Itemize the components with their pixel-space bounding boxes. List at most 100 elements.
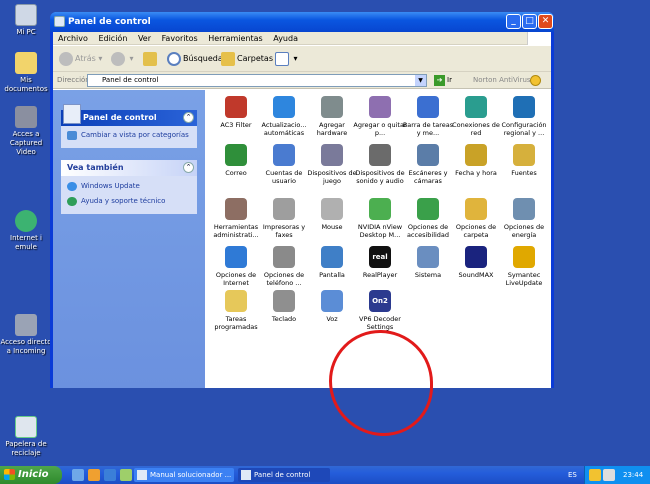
menu-favoritos[interactable]: Favoritos <box>162 34 198 43</box>
control-panel-item[interactable]: Herramientas administrati... <box>209 198 263 239</box>
back-button[interactable]: Atrás ▾ <box>59 51 102 67</box>
clock[interactable]: 23:44 <box>623 466 643 484</box>
control-panel-item[interactable]: Fuentes <box>497 144 551 177</box>
desktop-icon-label: Mi PC <box>16 28 36 36</box>
control-panel-item[interactable]: Opciones de energía <box>497 198 551 239</box>
forward-button[interactable]: ▾ <box>111 51 134 67</box>
control-panel-item[interactable]: Dispositivos de sonido y audio <box>353 144 407 185</box>
search-button[interactable]: Búsqueda <box>167 51 223 67</box>
control-panel-item[interactable]: Opciones de accesibilidad <box>401 198 455 239</box>
control-panel-item[interactable]: AC3 Filter <box>209 96 263 129</box>
quick-launch-desktop-icon[interactable] <box>72 469 84 481</box>
control-panel-item[interactable]: real RealPlayer <box>353 246 407 279</box>
control-panel-item[interactable]: Dispositivos de juego <box>305 144 359 185</box>
control-panel-item[interactable]: Correo <box>209 144 263 177</box>
control-panel-item[interactable]: On2 VP6 Decoder Settings <box>353 290 407 331</box>
title-bar[interactable]: Panel de control _ □ ✕ <box>50 12 554 32</box>
control-panel-item[interactable]: Conexiones de red <box>449 96 503 137</box>
windows-logo-icon <box>527 32 551 45</box>
control-panel-item[interactable]: Opciones de Internet <box>209 246 263 287</box>
desktop-icon-label: Internet i emule <box>10 234 42 251</box>
applet-label: Fecha y hora <box>455 169 497 177</box>
norton-toolbar-label[interactable]: Norton AntiVirus <box>473 72 531 89</box>
windows-flag-icon <box>4 469 15 480</box>
menu-herramientas[interactable]: Herramientas <box>208 34 263 43</box>
quick-launch-ie-icon[interactable] <box>104 469 116 481</box>
applet-label: Herramientas administrati... <box>213 223 259 239</box>
close-button[interactable]: ✕ <box>538 14 553 29</box>
control-panel-item[interactable]: NVIDIA nView Desktop M... <box>353 198 407 239</box>
task-label: Panel de control <box>254 471 311 479</box>
section-header[interactable]: Panel de control ⌃ <box>61 104 197 126</box>
control-panel-item[interactable]: Actualizacio... automáticas <box>257 96 311 137</box>
minimize-button[interactable]: _ <box>506 14 521 29</box>
control-panel-item[interactable]: Configuración regional y ... <box>497 96 551 137</box>
control-panel-item[interactable]: Agregar o quitar p... <box>353 96 407 137</box>
collapse-icon[interactable]: ⌃ <box>183 112 194 123</box>
norton-icon[interactable] <box>530 75 541 86</box>
control-panel-item[interactable]: SoundMAX <box>449 246 503 279</box>
control-panel-item[interactable]: Tareas programadas <box>209 290 263 331</box>
menu-edicion[interactable]: Edición <box>98 34 127 43</box>
views-button[interactable]: ▾ <box>275 51 298 67</box>
menu-ver[interactable]: Ver <box>138 34 151 43</box>
applet-icon <box>465 246 487 268</box>
maximize-button[interactable]: □ <box>522 14 537 29</box>
collapse-icon[interactable]: ⌃ <box>183 162 194 173</box>
desktop-icon-captured-video[interactable]: Acces a Captured Video <box>0 106 52 157</box>
chevron-down-icon[interactable]: ▼ <box>415 75 426 86</box>
control-panel-item[interactable]: Symantec LiveUpdate <box>497 246 551 287</box>
applet-label: VP6 Decoder Settings <box>359 315 401 331</box>
applet-icon <box>369 144 391 166</box>
control-panel-item[interactable]: Pantalla <box>305 246 359 279</box>
up-folder-button[interactable] <box>143 51 159 67</box>
control-panel-item[interactable]: Opciones de carpeta <box>449 198 503 239</box>
applet-icon <box>273 290 295 312</box>
applet-label: Dispositivos de sonido y audio <box>355 169 405 185</box>
applet-icon <box>417 96 439 118</box>
applet-icon <box>465 144 487 166</box>
control-panel-item[interactable]: Barra de tareas y me... <box>401 96 455 137</box>
applet-icon <box>273 144 295 166</box>
language-indicator[interactable]: ES <box>568 466 577 484</box>
control-panel-item[interactable]: Mouse <box>305 198 359 231</box>
link-label: Ayuda y soporte técnico <box>81 197 166 205</box>
quick-launch-firefox-icon[interactable] <box>88 469 100 481</box>
address-input[interactable]: Panel de control ▼ <box>87 74 427 87</box>
desktop-icon-my-pc[interactable]: Mi PC <box>0 4 52 37</box>
folder-up-icon <box>143 51 157 66</box>
control-panel-item[interactable]: Escáneres y cámaras <box>401 144 455 185</box>
globe-icon <box>15 210 37 232</box>
section-header[interactable]: Vea también ⌃ <box>61 160 197 176</box>
control-panel-item[interactable]: Teclado <box>257 290 311 323</box>
red-circle-annotation <box>329 330 433 436</box>
go-button[interactable]: ➔ Ir <box>434 74 464 87</box>
task-panel-de-control[interactable]: Panel de control <box>238 468 330 482</box>
taskbar: Inicio Manual solucionador ... Panel de … <box>0 466 650 484</box>
applet-icon <box>465 198 487 220</box>
control-panel-item[interactable]: Sistema <box>401 246 455 279</box>
menu-archivo[interactable]: Archivo <box>58 34 88 43</box>
desktop-icon-recycle-bin[interactable]: Papelera de reciclaje <box>0 416 52 458</box>
desktop-icon-internet-emule[interactable]: Internet i emule <box>0 210 52 252</box>
help-support-link[interactable]: Ayuda y soporte técnico <box>61 194 197 214</box>
windows-update-link[interactable]: Windows Update <box>61 176 197 194</box>
link-label: Cambiar a vista por categorías <box>81 131 189 139</box>
switch-to-category-view-link[interactable]: Cambiar a vista por categorías <box>61 126 197 148</box>
desktop-icon-incoming[interactable]: Acceso directo a Incoming <box>0 314 52 356</box>
desktop-icon-my-documents[interactable]: Mis documentos <box>0 52 52 94</box>
start-button[interactable]: Inicio <box>0 466 62 484</box>
control-panel-item[interactable]: Voz <box>305 290 359 323</box>
applet-icon <box>513 246 535 268</box>
task-manual-solucionador[interactable]: Manual solucionador ... <box>134 468 234 482</box>
quick-launch-app-icon[interactable] <box>120 469 132 481</box>
control-panel-item[interactable]: Opciones de teléfono ... <box>257 246 311 287</box>
tray-volume-icon[interactable] <box>603 469 615 481</box>
menu-ayuda[interactable]: Ayuda <box>273 34 298 43</box>
tray-app-icon[interactable] <box>589 469 601 481</box>
control-panel-item[interactable]: Cuentas de usuario <box>257 144 311 185</box>
control-panel-item[interactable]: Fecha y hora <box>449 144 503 177</box>
control-panel-item[interactable]: Impresoras y faxes <box>257 198 311 239</box>
control-panel-item[interactable]: Agregar hardware <box>305 96 359 137</box>
folders-button[interactable]: Carpetas <box>221 51 273 67</box>
